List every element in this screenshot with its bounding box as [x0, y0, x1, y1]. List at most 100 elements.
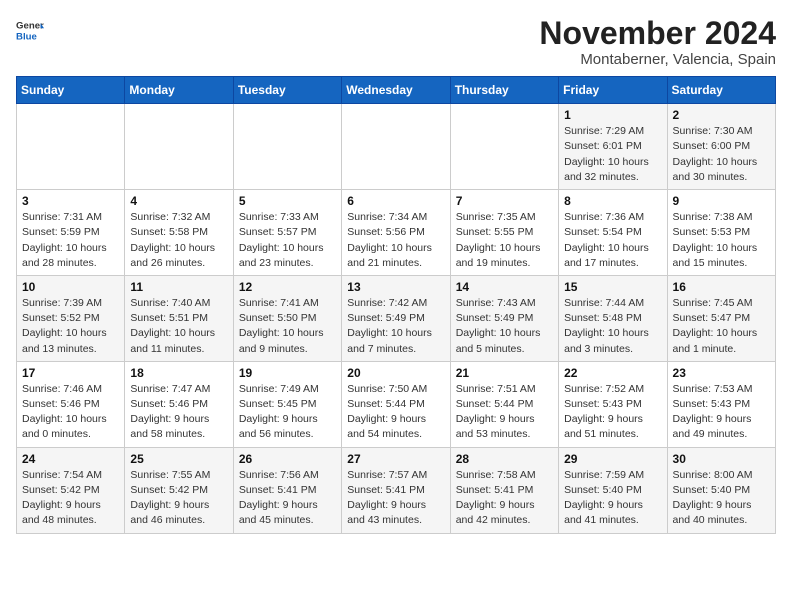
day-info: Sunrise: 7:54 AMSunset: 5:42 PMDaylight:… [22, 468, 119, 529]
day-info: Sunrise: 7:56 AMSunset: 5:41 PMDaylight:… [239, 468, 336, 529]
calendar-cell: 28 Sunrise: 7:58 AMSunset: 5:41 PMDayligh… [450, 447, 558, 533]
day-number: 6 [347, 194, 444, 208]
day-info: Sunrise: 8:00 AMSunset: 5:40 PMDaylight:… [673, 468, 770, 529]
day-number: 14 [456, 280, 553, 294]
day-info: Sunrise: 7:58 AMSunset: 5:41 PMDaylight:… [456, 468, 553, 529]
header: General Blue November 2024 Montaberner, … [16, 16, 776, 68]
calendar-cell: 14Sunrise: 7:43 AMSunset: 5:49 PMDayligh… [450, 275, 558, 361]
day-number: 19 [239, 366, 336, 380]
day-info: Sunrise: 7:57 AMSunset: 5:41 PMDaylight:… [347, 468, 444, 529]
day-number: 26 [239, 452, 336, 466]
calendar-cell: 1 Sunrise: 7:29 AMSunset: 6:01 PMDaylight… [559, 104, 667, 190]
calendar: SundayMondayTuesdayWednesdayThursdayFrid… [16, 76, 776, 533]
day-info: Sunrise: 7:36 AMSunset: 5:54 PMDaylight:… [564, 210, 661, 271]
calendar-cell: 30Sunrise: 8:00 AMSunset: 5:40 PMDayligh… [667, 447, 775, 533]
weekday-header: Thursday [450, 77, 558, 104]
day-info: Sunrise: 7:38 AMSunset: 5:53 PMDaylight:… [673, 210, 770, 271]
day-info: Sunrise: 7:59 AMSunset: 5:40 PMDaylight:… [564, 468, 661, 529]
day-info: Sunrise: 7:47 AMSunset: 5:46 PMDaylight:… [130, 382, 227, 443]
calendar-cell: 13 Sunrise: 7:42 AMSunset: 5:49 PMDayligh… [342, 275, 450, 361]
day-info: Sunrise: 7:35 AMSunset: 5:55 PMDaylight:… [456, 210, 553, 271]
calendar-cell [450, 104, 558, 190]
calendar-cell: 24 Sunrise: 7:54 AMSunset: 5:42 PMDayligh… [17, 447, 125, 533]
calendar-cell [125, 104, 233, 190]
day-info: Sunrise: 7:41 AMSunset: 5:50 PMDaylight:… [239, 296, 336, 357]
calendar-cell: 25 Sunrise: 7:55 AMSunset: 5:42 PMDayligh… [125, 447, 233, 533]
day-number: 23 [673, 366, 770, 380]
calendar-week-row: 17 Sunrise: 7:46 AMSunset: 5:46 PMDayligh… [17, 361, 776, 447]
day-number: 4 [130, 194, 227, 208]
weekday-header: Saturday [667, 77, 775, 104]
day-info: Sunrise: 7:29 AMSunset: 6:01 PMDaylight:… [564, 124, 661, 185]
calendar-cell: 4 Sunrise: 7:32 AMSunset: 5:58 PMDaylight… [125, 190, 233, 276]
day-number: 21 [456, 366, 553, 380]
calendar-cell: 11 Sunrise: 7:40 AMSunset: 5:51 PMDayligh… [125, 275, 233, 361]
day-number: 8 [564, 194, 661, 208]
calendar-header: SundayMondayTuesdayWednesdayThursdayFrid… [17, 77, 776, 104]
calendar-cell: 7 Sunrise: 7:35 AMSunset: 5:55 PMDaylight… [450, 190, 558, 276]
day-info: Sunrise: 7:44 AMSunset: 5:48 PMDaylight:… [564, 296, 661, 357]
day-number: 18 [130, 366, 227, 380]
calendar-cell: 3 Sunrise: 7:31 AMSunset: 5:59 PMDaylight… [17, 190, 125, 276]
calendar-cell: 20 Sunrise: 7:50 AMSunset: 5:44 PMDayligh… [342, 361, 450, 447]
day-number: 13 [347, 280, 444, 294]
day-info: Sunrise: 7:39 AMSunset: 5:52 PMDaylight:… [22, 296, 119, 357]
calendar-cell: 5 Sunrise: 7:33 AMSunset: 5:57 PMDaylight… [233, 190, 341, 276]
weekday-header: Sunday [17, 77, 125, 104]
month-title: November 2024 [539, 16, 776, 51]
day-info: Sunrise: 7:55 AMSunset: 5:42 PMDaylight:… [130, 468, 227, 529]
day-info: Sunrise: 7:49 AMSunset: 5:45 PMDaylight:… [239, 382, 336, 443]
day-number: 3 [22, 194, 119, 208]
day-number: 5 [239, 194, 336, 208]
day-info: Sunrise: 7:34 AMSunset: 5:56 PMDaylight:… [347, 210, 444, 271]
day-info: Sunrise: 7:53 AMSunset: 5:43 PMDaylight:… [673, 382, 770, 443]
logo-icon: General Blue [16, 16, 44, 44]
weekday-header: Friday [559, 77, 667, 104]
svg-text:Blue: Blue [16, 32, 37, 43]
svg-text:General: General [16, 20, 44, 31]
calendar-cell: 2Sunrise: 7:30 AMSunset: 6:00 PMDaylight… [667, 104, 775, 190]
day-info: Sunrise: 7:50 AMSunset: 5:44 PMDaylight:… [347, 382, 444, 443]
day-info: Sunrise: 7:32 AMSunset: 5:58 PMDaylight:… [130, 210, 227, 271]
day-info: Sunrise: 7:46 AMSunset: 5:46 PMDaylight:… [22, 382, 119, 443]
day-number: 7 [456, 194, 553, 208]
calendar-cell [342, 104, 450, 190]
day-number: 25 [130, 452, 227, 466]
day-info: Sunrise: 7:45 AMSunset: 5:47 PMDaylight:… [673, 296, 770, 357]
calendar-cell: 8 Sunrise: 7:36 AMSunset: 5:54 PMDaylight… [559, 190, 667, 276]
calendar-week-row: 3 Sunrise: 7:31 AMSunset: 5:59 PMDaylight… [17, 190, 776, 276]
day-info: Sunrise: 7:40 AMSunset: 5:51 PMDaylight:… [130, 296, 227, 357]
day-number: 28 [456, 452, 553, 466]
day-number: 11 [130, 280, 227, 294]
calendar-cell: 19 Sunrise: 7:49 AMSunset: 5:45 PMDayligh… [233, 361, 341, 447]
calendar-cell [17, 104, 125, 190]
calendar-cell: 15Sunrise: 7:44 AMSunset: 5:48 PMDayligh… [559, 275, 667, 361]
day-number: 16 [673, 280, 770, 294]
day-info: Sunrise: 7:52 AMSunset: 5:43 PMDaylight:… [564, 382, 661, 443]
day-number: 10 [22, 280, 119, 294]
calendar-cell: 26 Sunrise: 7:56 AMSunset: 5:41 PMDayligh… [233, 447, 341, 533]
day-number: 1 [564, 108, 661, 122]
day-info: Sunrise: 7:42 AMSunset: 5:49 PMDaylight:… [347, 296, 444, 357]
calendar-body: 1 Sunrise: 7:29 AMSunset: 6:01 PMDaylight… [17, 104, 776, 533]
day-info: Sunrise: 7:31 AMSunset: 5:59 PMDaylight:… [22, 210, 119, 271]
day-number: 20 [347, 366, 444, 380]
calendar-cell: 16 Sunrise: 7:45 AMSunset: 5:47 PMDayligh… [667, 275, 775, 361]
calendar-week-row: 24 Sunrise: 7:54 AMSunset: 5:42 PMDayligh… [17, 447, 776, 533]
day-number: 12 [239, 280, 336, 294]
day-number: 27 [347, 452, 444, 466]
day-number: 2 [673, 108, 770, 122]
calendar-cell: 22 Sunrise: 7:52 AMSunset: 5:43 PMDayligh… [559, 361, 667, 447]
calendar-cell: 9Sunrise: 7:38 AMSunset: 5:53 PMDaylight… [667, 190, 775, 276]
day-number: 24 [22, 452, 119, 466]
calendar-cell: 17 Sunrise: 7:46 AMSunset: 5:46 PMDayligh… [17, 361, 125, 447]
calendar-cell: 27 Sunrise: 7:57 AMSunset: 5:41 PMDayligh… [342, 447, 450, 533]
calendar-cell: 23 Sunrise: 7:53 AMSunset: 5:43 PMDayligh… [667, 361, 775, 447]
weekday-row: SundayMondayTuesdayWednesdayThursdayFrid… [17, 77, 776, 104]
day-number: 22 [564, 366, 661, 380]
calendar-cell: 10 Sunrise: 7:39 AMSunset: 5:52 PMDayligh… [17, 275, 125, 361]
day-number: 17 [22, 366, 119, 380]
weekday-header: Tuesday [233, 77, 341, 104]
calendar-cell: 6 Sunrise: 7:34 AMSunset: 5:56 PMDaylight… [342, 190, 450, 276]
day-info: Sunrise: 7:33 AMSunset: 5:57 PMDaylight:… [239, 210, 336, 271]
